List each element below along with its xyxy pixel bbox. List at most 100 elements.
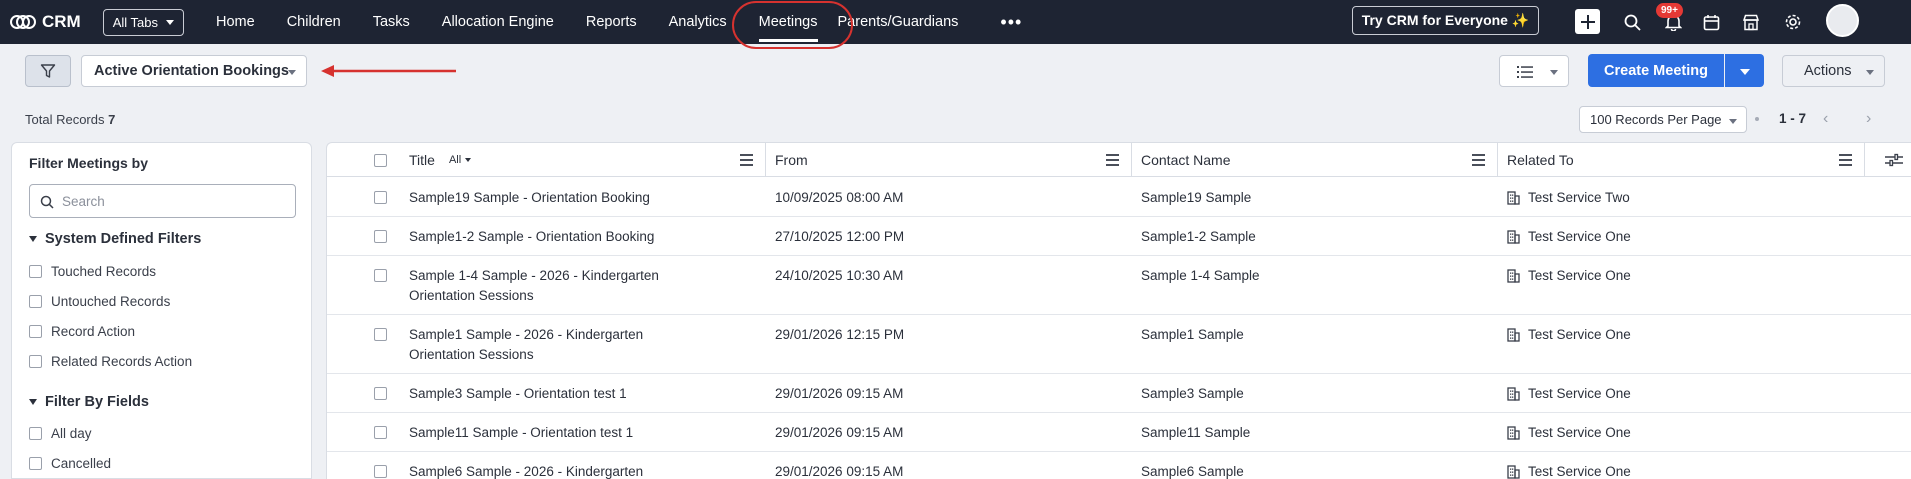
column-resize-handle[interactable] xyxy=(1864,143,1865,177)
cell-contact-name[interactable]: Sample1 Sample xyxy=(1141,325,1244,345)
cell-title[interactable]: Sample3 Sample - Orientation test 1 xyxy=(409,384,709,404)
cell-contact-name[interactable]: Sample11 Sample xyxy=(1141,423,1250,443)
filter-toggle-button[interactable] xyxy=(25,55,71,87)
tab-analytics[interactable]: Analytics xyxy=(653,0,743,44)
create-meeting-button[interactable]: Create Meeting xyxy=(1588,54,1724,87)
calendar-icon[interactable] xyxy=(1699,10,1723,34)
filter-record-action[interactable]: Record Action xyxy=(29,324,135,339)
table-row[interactable]: Sample11 Sample - Orientation test 1 29/0… xyxy=(327,413,1911,452)
cell-related-to[interactable]: Test Service One xyxy=(1507,266,1631,286)
search-icon[interactable] xyxy=(1620,10,1644,34)
table-row[interactable]: Sample1 Sample - 2026 - Kindergarten Ori… xyxy=(327,315,1911,374)
column-resize-handle[interactable] xyxy=(1497,143,1498,177)
column-related-to[interactable]: Related To xyxy=(1507,143,1864,177)
column-resize-handle[interactable] xyxy=(765,143,766,177)
row-checkbox[interactable] xyxy=(374,328,387,341)
filter-touched-records[interactable]: Touched Records xyxy=(29,264,156,279)
row-checkbox[interactable] xyxy=(374,465,387,478)
collapse-triangle-icon xyxy=(29,236,37,242)
checkbox[interactable] xyxy=(29,265,42,278)
quick-create-plus-icon[interactable] xyxy=(1575,9,1600,34)
table-row[interactable]: Sample6 Sample - 2026 - Kindergarten Ori… xyxy=(327,452,1911,479)
cell-title[interactable]: Sample 1-4 Sample - 2026 - Kindergarten … xyxy=(409,266,709,306)
table-row[interactable]: Sample1-2 Sample - Orientation Booking 27… xyxy=(327,217,1911,256)
records-per-page-dropdown[interactable]: 100 Records Per Page xyxy=(1579,106,1747,133)
create-meeting-dropdown[interactable] xyxy=(1725,54,1764,87)
cell-contact-name[interactable]: Sample1-2 Sample xyxy=(1141,227,1256,247)
list-view-switcher[interactable] xyxy=(1499,55,1569,87)
column-menu-icon[interactable] xyxy=(1839,154,1852,169)
custom-view-dropdown[interactable]: Active Orientation Bookings xyxy=(81,55,307,87)
table-header: Title All From Contact Name Related To xyxy=(327,143,1911,177)
cell-related-to[interactable]: Test Service One xyxy=(1507,462,1631,479)
cell-related-to[interactable]: Test Service One xyxy=(1507,227,1631,247)
tab-children[interactable]: Children xyxy=(271,0,357,44)
previous-page-icon[interactable]: ‹ xyxy=(1823,110,1828,128)
filter-untouched-records[interactable]: Untouched Records xyxy=(29,294,170,309)
cell-related-to[interactable]: Test Service One xyxy=(1507,325,1631,345)
checkbox[interactable] xyxy=(29,427,42,440)
next-page-icon[interactable]: › xyxy=(1866,110,1871,128)
gear-icon[interactable] xyxy=(1781,10,1805,34)
select-all-checkbox[interactable] xyxy=(374,154,387,167)
tab-allocation-engine[interactable]: Allocation Engine xyxy=(426,0,570,44)
cell-contact-name[interactable]: Sample19 Sample xyxy=(1141,188,1251,208)
table-row[interactable]: Sample19 Sample - Orientation Booking 10/… xyxy=(327,178,1911,217)
cell-title[interactable]: Sample11 Sample - Orientation test 1 xyxy=(409,423,709,443)
more-tabs-icon[interactable]: ••• xyxy=(984,0,1038,44)
checkbox[interactable] xyxy=(29,295,42,308)
column-menu-icon[interactable] xyxy=(740,154,753,169)
all-tabs-dropdown[interactable]: All Tabs xyxy=(102,8,185,36)
checkbox[interactable] xyxy=(29,457,42,470)
cell-related-to[interactable]: Test Service Two xyxy=(1507,188,1630,208)
row-checkbox[interactable] xyxy=(374,269,387,282)
cell-contact-name[interactable]: Sample 1-4 Sample xyxy=(1141,266,1260,286)
checkbox[interactable] xyxy=(29,325,42,338)
cell-title[interactable]: Sample19 Sample - Orientation Booking xyxy=(409,188,709,208)
cell-related-to[interactable]: Test Service One xyxy=(1507,423,1631,443)
cell-title[interactable]: Sample6 Sample - 2026 - Kindergarten Ori… xyxy=(409,462,709,479)
row-checkbox[interactable] xyxy=(374,387,387,400)
record-range: 1 - 7 xyxy=(1779,111,1807,126)
field-filters-section[interactable]: Filter By Fields xyxy=(29,394,149,410)
cell-title[interactable]: Sample1-2 Sample - Orientation Booking xyxy=(409,227,709,247)
row-checkbox[interactable] xyxy=(374,230,387,243)
column-title[interactable]: Title All xyxy=(409,143,765,177)
user-avatar[interactable] xyxy=(1826,4,1859,37)
marketplace-icon[interactable] xyxy=(1739,10,1763,34)
tab-tasks[interactable]: Tasks xyxy=(357,0,426,44)
meetings-table: Title All From Contact Name Related To S… xyxy=(326,142,1911,479)
cell-contact-name[interactable]: Sample3 Sample xyxy=(1141,384,1244,404)
filter-search-input[interactable]: Search xyxy=(29,184,296,218)
building-icon xyxy=(1507,426,1520,440)
table-row[interactable]: Sample3 Sample - Orientation test 1 29/01… xyxy=(327,374,1911,413)
checkbox[interactable] xyxy=(29,355,42,368)
cell-contact-name[interactable]: Sample6 Sample xyxy=(1141,462,1244,479)
system-filters-section[interactable]: System Defined Filters xyxy=(29,231,201,247)
filter-cancelled[interactable]: Cancelled xyxy=(29,456,111,471)
cell-title[interactable]: Sample1 Sample - 2026 - Kindergarten Ori… xyxy=(409,325,709,365)
crm-logo[interactable]: CRM xyxy=(10,12,81,32)
table-row[interactable]: Sample 1-4 Sample - 2026 - Kindergarten … xyxy=(327,256,1911,315)
column-menu-icon[interactable] xyxy=(1472,154,1485,169)
total-records: Total Records 7 xyxy=(25,112,115,127)
filter-all-day[interactable]: All day xyxy=(29,426,92,441)
tab-reports[interactable]: Reports xyxy=(570,0,653,44)
filter-label: All day xyxy=(51,426,92,441)
all-tabs-label: All Tabs xyxy=(112,14,159,30)
column-menu-icon[interactable] xyxy=(1106,154,1119,169)
row-checkbox[interactable] xyxy=(374,426,387,439)
filter-related-records-action[interactable]: Related Records Action xyxy=(29,354,192,369)
title-filter-dropdown[interactable]: All xyxy=(449,154,472,166)
column-settings-icon[interactable] xyxy=(1885,153,1903,172)
column-contact-name[interactable]: Contact Name xyxy=(1141,143,1497,177)
column-from[interactable]: From xyxy=(775,143,1131,177)
filter-label: Record Action xyxy=(51,324,136,339)
tab-parents-guardians[interactable]: Parents/Guardians xyxy=(834,0,975,44)
column-resize-handle[interactable] xyxy=(1131,143,1132,177)
cell-related-to[interactable]: Test Service One xyxy=(1507,384,1631,404)
tab-home[interactable]: Home xyxy=(200,0,271,44)
try-crm-button[interactable]: Try CRM for Everyone ✨ xyxy=(1352,6,1539,35)
row-checkbox[interactable] xyxy=(374,191,387,204)
actions-button[interactable]: Actions xyxy=(1782,55,1885,87)
